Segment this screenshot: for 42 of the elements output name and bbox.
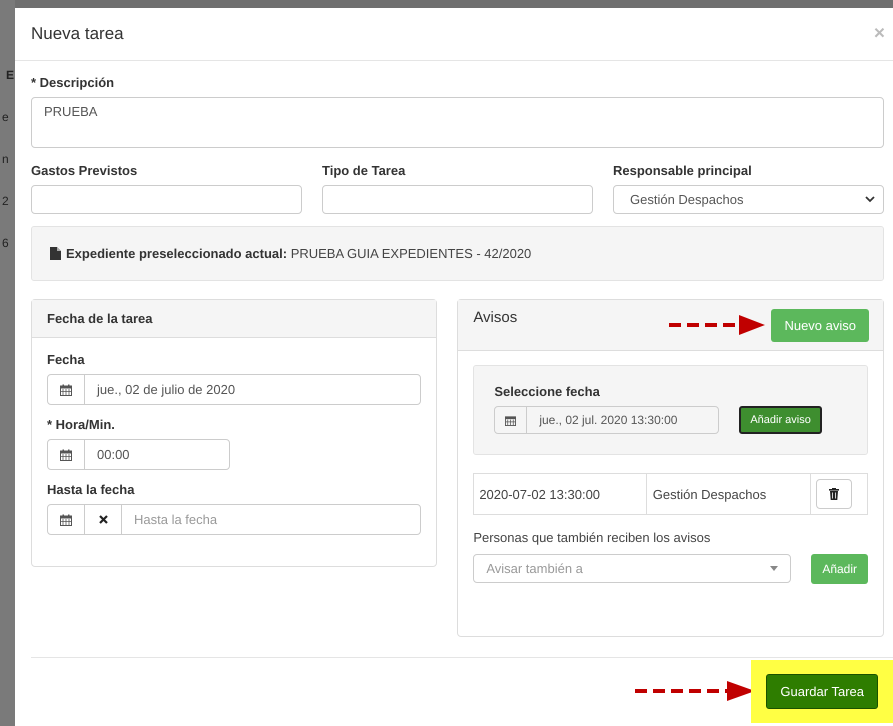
panel-title: Fecha de la tarea [47,311,152,326]
table-cell: 2020-07-02 13:30:00 [474,474,646,514]
field-label: Gastos Previstos [31,163,138,178]
calendar-icon [60,448,72,460]
date-field[interactable]: jue., 02 de julio de 2020 [85,375,420,404]
background-text: 2 [2,194,10,208]
description-field[interactable]: PRUEBA [31,97,884,148]
field-label: Tipo de Tarea [322,163,406,178]
document-icon [50,247,61,260]
save-button[interactable]: Guardar Tarea [766,674,878,708]
modal-title: Nueva tarea [31,24,124,44]
background-text: e [2,110,10,124]
background-text: 6 [2,236,10,250]
field-label: * Hora/Min. [47,417,116,432]
recipients-label: Personas que también reciben los avisos [473,530,712,545]
expediente-text: Expediente preseleccionado actual: PRUEBA GUIA EXPEDIENTES - 42/2020 [66,246,532,261]
calendar-icon [60,514,72,526]
trash-icon [829,488,839,500]
recipients-select[interactable]: Avisar también a [473,554,792,583]
date-input-group[interactable]: jue., 02 de julio de 2020 [47,374,422,405]
field-label: * Descripción [31,75,116,90]
table-cell: Gestión Despachos [646,474,810,514]
field-label: Responsable principal [613,163,753,178]
field-label: Hasta la fecha [47,482,136,497]
input-field[interactable] [322,185,593,214]
chevron-icon [865,196,875,203]
close-icon [98,515,108,524]
date-field[interactable]: Hasta la fecha [122,505,420,534]
panel-title: Avisos [473,309,518,326]
field-label: Fecha [47,352,86,367]
date-input-group[interactable]: 00:00 [47,439,230,470]
calendar-icon [60,384,72,396]
caret-icon [770,566,778,571]
background-text: E [6,68,15,82]
add-alert-button[interactable]: Añadir aviso [739,406,822,434]
delete-button[interactable] [816,479,852,509]
field-label: Seleccione fecha [494,384,601,399]
input-field[interactable] [31,185,302,214]
date-input-group[interactable]: Hasta la fecha [47,504,422,535]
date-field[interactable]: 00:00 [85,440,229,469]
select-field[interactable]: Gestión Despachos [613,185,884,214]
background-text: n [2,152,10,166]
